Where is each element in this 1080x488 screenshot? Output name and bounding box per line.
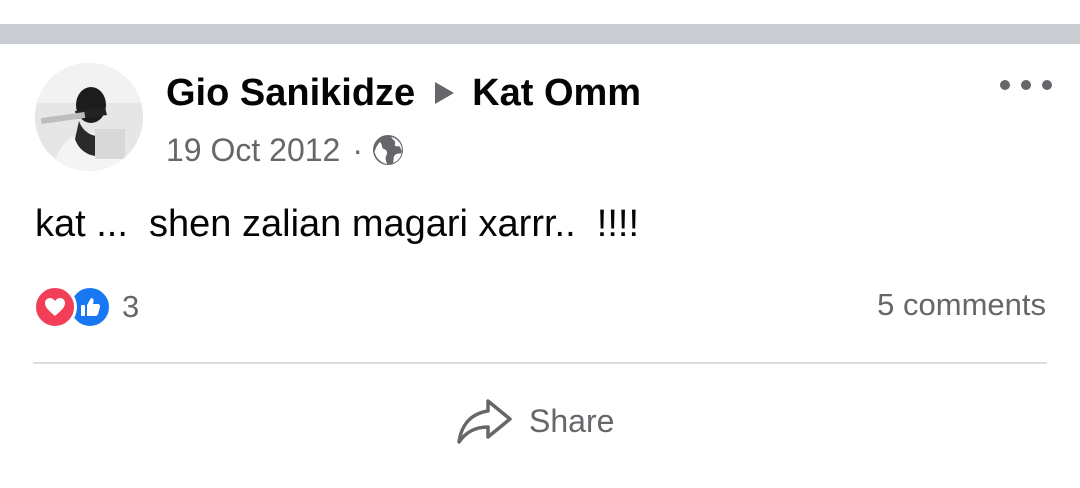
more-options-button[interactable] — [1000, 74, 1052, 96]
more-horizontal-icon — [1021, 80, 1031, 90]
post-message: kat ... shen zalian magari xarrr.. !!!! — [35, 203, 640, 245]
author-avatar[interactable] — [35, 63, 143, 171]
post-card: Gio Sanikidze Kat Omm 19 Oct 2012 · kat … — [0, 0, 1080, 488]
post-header: Gio Sanikidze Kat Omm — [166, 70, 641, 116]
love-icon — [33, 285, 77, 329]
triangle-right-icon — [435, 82, 455, 104]
post-meta: 19 Oct 2012 · — [166, 131, 405, 169]
reactions-summary[interactable]: 3 — [33, 285, 139, 329]
author-name[interactable]: Gio Sanikidze — [166, 72, 415, 115]
share-label: Share — [529, 402, 615, 439]
meta-separator: · — [352, 131, 363, 168]
avatar-image — [35, 63, 143, 171]
share-arrow-icon — [457, 399, 512, 444]
post-date[interactable]: 19 Oct 2012 — [166, 132, 340, 169]
globe-icon — [373, 135, 403, 165]
actions-divider — [33, 362, 1047, 364]
comments-count-link[interactable]: 5 comments — [877, 287, 1046, 323]
target-name[interactable]: Kat Omm — [472, 72, 641, 115]
more-horizontal-icon — [1000, 80, 1010, 90]
share-button[interactable]: Share — [455, 398, 614, 444]
reaction-count: 3 — [122, 289, 140, 324]
more-horizontal-icon — [1042, 80, 1052, 90]
